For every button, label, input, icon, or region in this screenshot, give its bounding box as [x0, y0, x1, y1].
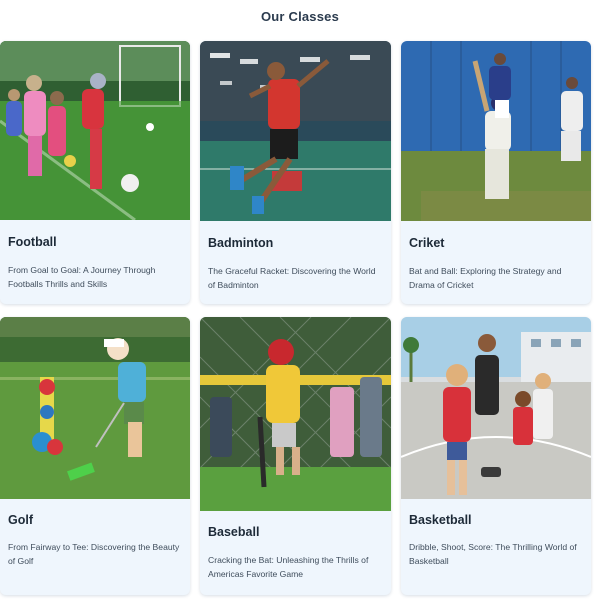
class-card-football[interactable]: Football From Goal to Goal: A Journey Th…	[0, 41, 190, 304]
card-description: From Fairway to Tee: Discovering the Bea…	[8, 542, 180, 566]
class-card-baseball[interactable]: Baseball Cracking the Bat: Unleashing th…	[200, 317, 391, 595]
basketball-photo	[401, 317, 591, 499]
card-description: From Goal to Goal: A Journey Through Foo…	[8, 265, 156, 289]
badminton-photo	[200, 41, 391, 221]
card-title[interactable]: Basketball	[409, 513, 472, 527]
golf-photo	[0, 317, 190, 499]
section-heading: Our Classes	[260, 9, 340, 24]
card-description: Bat and Ball: Exploring the Strategy and…	[409, 266, 562, 290]
card-title[interactable]: Football	[8, 235, 57, 249]
football-photo	[0, 41, 190, 220]
card-title[interactable]: Criket	[409, 236, 444, 250]
class-card-golf[interactable]: Golf From Fairway to Tee: Discovering th…	[0, 317, 190, 595]
class-card-criket[interactable]: Criket Bat and Ball: Exploring the Strat…	[401, 41, 591, 304]
class-card-badminton[interactable]: Badminton The Graceful Racket: Discoveri…	[200, 41, 391, 304]
card-description: The Graceful Racket: Discovering the Wor…	[208, 266, 376, 290]
card-title[interactable]: Baseball	[208, 525, 259, 539]
card-description: Dribble, Shoot, Score: The Thrilling Wor…	[409, 542, 577, 566]
classes-page: Our Classes Football From Goal to Goal: …	[0, 0, 600, 600]
cricket-photo	[401, 41, 591, 221]
baseball-photo	[200, 317, 391, 511]
card-title[interactable]: Badminton	[208, 236, 273, 250]
class-card-basketball[interactable]: Basketball Dribble, Shoot, Score: The Th…	[401, 317, 591, 595]
card-title[interactable]: Golf	[8, 513, 33, 527]
card-description: Cracking the Bat: Unleashing the Thrills…	[208, 555, 369, 579]
